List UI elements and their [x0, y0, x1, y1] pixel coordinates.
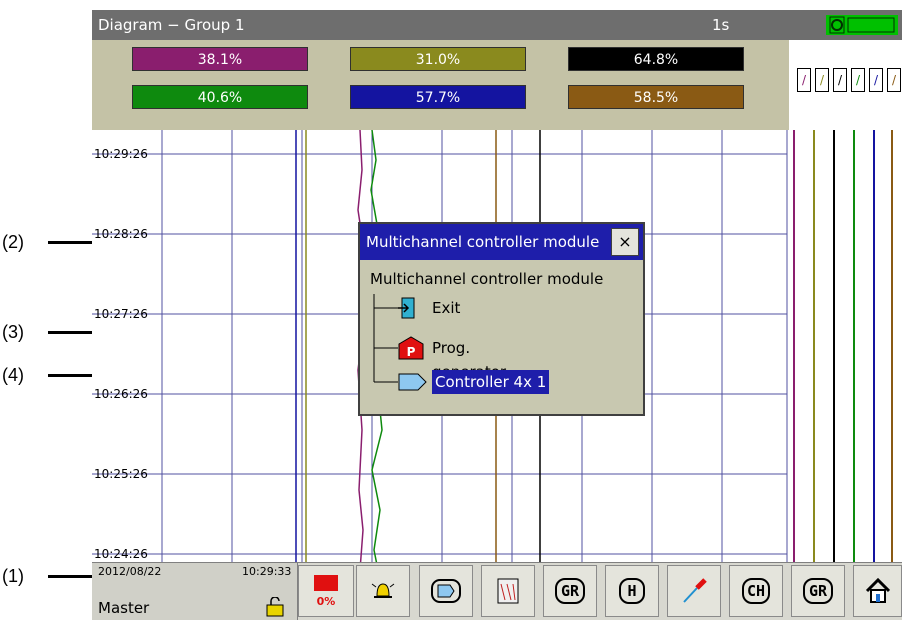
alarm-button[interactable] — [356, 565, 410, 617]
legend-marker-6: / — [887, 68, 901, 92]
callout-label-3: (3) — [2, 322, 24, 342]
dialog-title: Multichannel controller module — [360, 224, 643, 260]
time-label: 10:24:26 — [94, 547, 148, 561]
dialog-close-button[interactable]: × — [611, 228, 639, 256]
channel-values-panel: 38.1% 31.0% 64.8% 40.6% 57.7% 58.5% / / … — [92, 40, 902, 130]
exit-icon — [398, 297, 415, 319]
alarm-bell-icon — [371, 583, 395, 598]
module-button[interactable] — [419, 565, 473, 617]
title-bar: Diagram − Group 1 1s — [92, 10, 902, 40]
menu-item-label: Exit — [432, 299, 461, 317]
channel-value-4: 40.6% — [132, 85, 308, 109]
batch-button[interactable] — [481, 565, 535, 617]
time-label: 10:25:26 — [94, 467, 148, 481]
menu-tree-lines — [373, 294, 398, 383]
legend-marker-5: / — [869, 68, 883, 92]
channel-value-3: 64.8% — [568, 47, 744, 71]
channel-value-6: 58.5% — [568, 85, 744, 109]
lock-icon[interactable] — [264, 597, 286, 617]
taskbar: 2012/08/22 10:29:33 Master 0% GR H CH GR — [92, 562, 902, 620]
time-display: 10:29:33 — [242, 565, 292, 578]
controller-icon — [398, 373, 427, 391]
legend-marker-3: / — [833, 68, 847, 92]
date-display: 2012/08/22 — [98, 565, 162, 578]
memory-level: 0% — [317, 595, 336, 608]
status-info: 2012/08/22 10:29:33 Master — [92, 563, 298, 620]
group-button[interactable]: GR — [543, 565, 597, 617]
group-next-button-label: GR — [802, 578, 834, 604]
batch-icon — [497, 578, 519, 604]
memory-button[interactable]: 0% — [298, 565, 354, 617]
status-icons — [826, 15, 898, 35]
controller-module-dialog: Multichannel controller module × Multich… — [358, 222, 645, 416]
user-name: Master — [98, 599, 150, 617]
menu-item-label: Controller 4x 1 — [432, 370, 550, 394]
svg-text:P: P — [407, 345, 416, 359]
channel-value-5: 57.7% — [350, 85, 526, 109]
group-next-button[interactable]: GR — [791, 565, 845, 617]
controller-module-icon — [431, 579, 461, 603]
callout-label-1: (1) — [2, 566, 24, 586]
program-generator-icon: P — [398, 336, 424, 360]
channel-value-1: 38.1% — [132, 47, 308, 71]
status-led-icon — [829, 16, 895, 34]
legend-marker-1: / — [797, 68, 811, 92]
memory-icon: 0% — [314, 575, 338, 608]
settings-button[interactable] — [667, 565, 721, 617]
diagram-title: Diagram − Group 1 — [98, 16, 245, 34]
legend-marker-4: / — [851, 68, 865, 92]
callout-label-2: (2) — [2, 232, 24, 252]
time-label: 10:28:26 — [94, 227, 148, 241]
time-label: 10:29:26 — [94, 147, 148, 161]
channel-button[interactable]: CH — [729, 565, 783, 617]
channel-legend: / / / / / / — [787, 40, 902, 130]
dialog-heading: Multichannel controller module — [370, 270, 604, 288]
time-label: 10:27:26 — [94, 307, 148, 321]
legend-marker-2: / — [815, 68, 829, 92]
channel-value-2: 31.0% — [350, 47, 526, 71]
home-button[interactable] — [853, 565, 902, 617]
screwdriver-icon — [683, 578, 707, 603]
recording-interval: 1s — [712, 16, 730, 34]
history-button[interactable]: H — [605, 565, 659, 617]
channel-button-label: CH — [741, 578, 771, 604]
home-icon — [865, 577, 890, 603]
group-button-label: GR — [554, 578, 586, 604]
callout-label-4: (4) — [2, 365, 24, 385]
history-button-label: H — [619, 578, 645, 604]
time-label: 10:26:26 — [94, 387, 148, 401]
